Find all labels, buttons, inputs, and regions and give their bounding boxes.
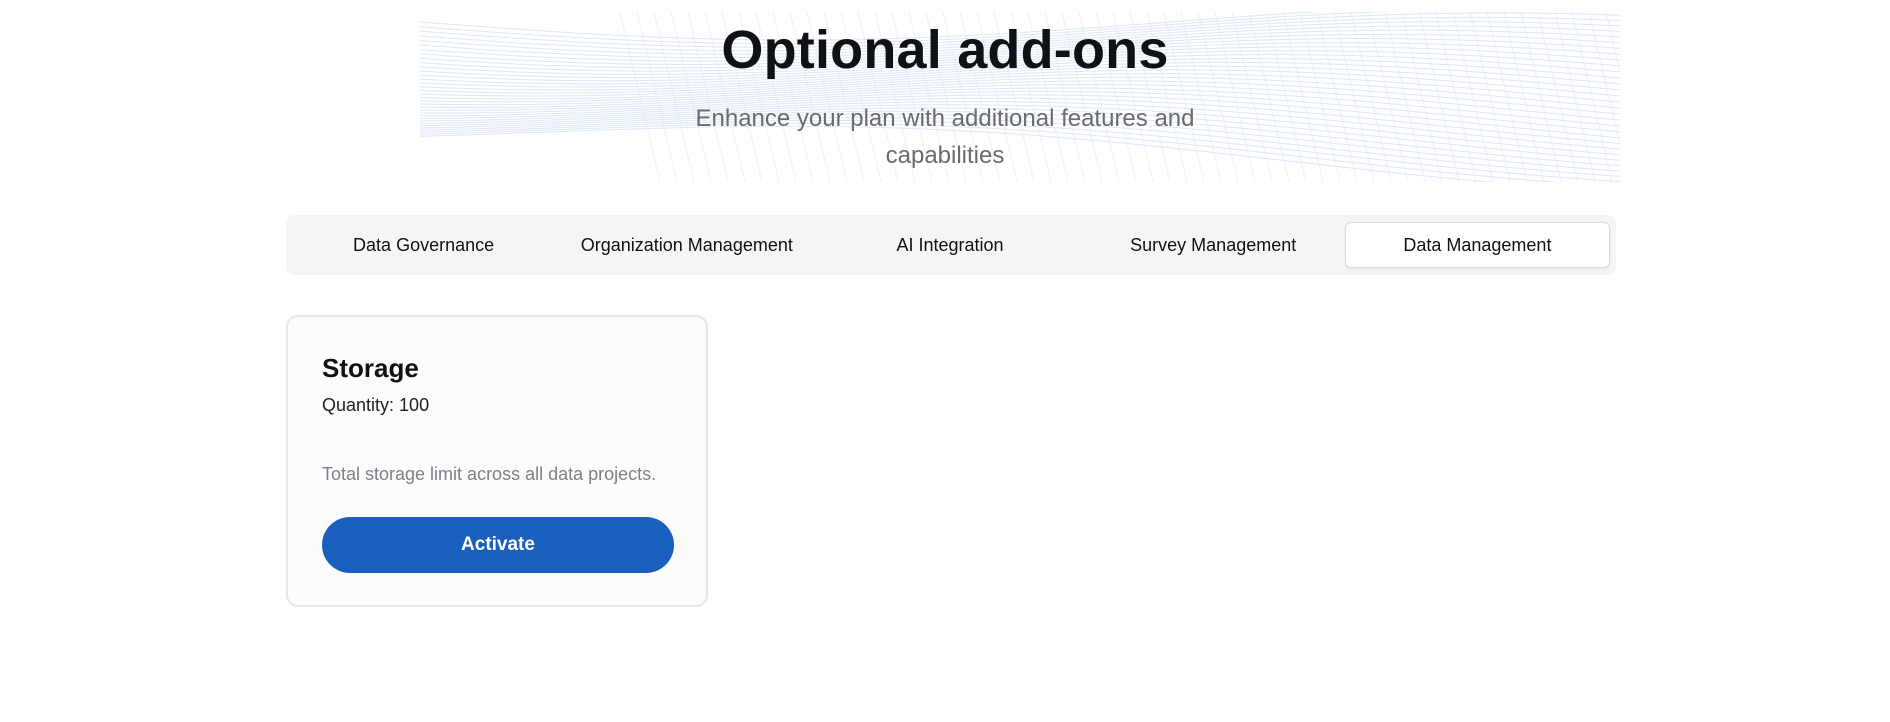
addon-card-storage: Storage Quantity: 100 Total storage limit… [286,315,708,607]
tab-organization-management[interactable]: Organization Management [555,223,818,267]
tab-data-management[interactable]: Data Management [1344,222,1611,268]
activate-button[interactable]: Activate [322,517,674,573]
tab-data-governance[interactable]: Data Governance [292,223,555,267]
addon-quantity-value: 100 [399,395,430,415]
addon-category-tabs: Data Governance Organization Management … [286,215,1616,275]
page-subtitle: Enhance your plan with additional featur… [695,105,1195,169]
addon-quantity-label: Quantity: [322,395,395,415]
tab-ai-integration[interactable]: AI Integration [818,223,1081,267]
addon-description: Total storage limit across all data proj… [322,464,657,484]
page-title: Optional add-ons [721,20,1169,80]
addon-quantity: Quantity: 100 [322,395,429,416]
tab-survey-management[interactable]: Survey Management [1082,223,1345,267]
addon-card-title: Storage [322,353,419,383]
